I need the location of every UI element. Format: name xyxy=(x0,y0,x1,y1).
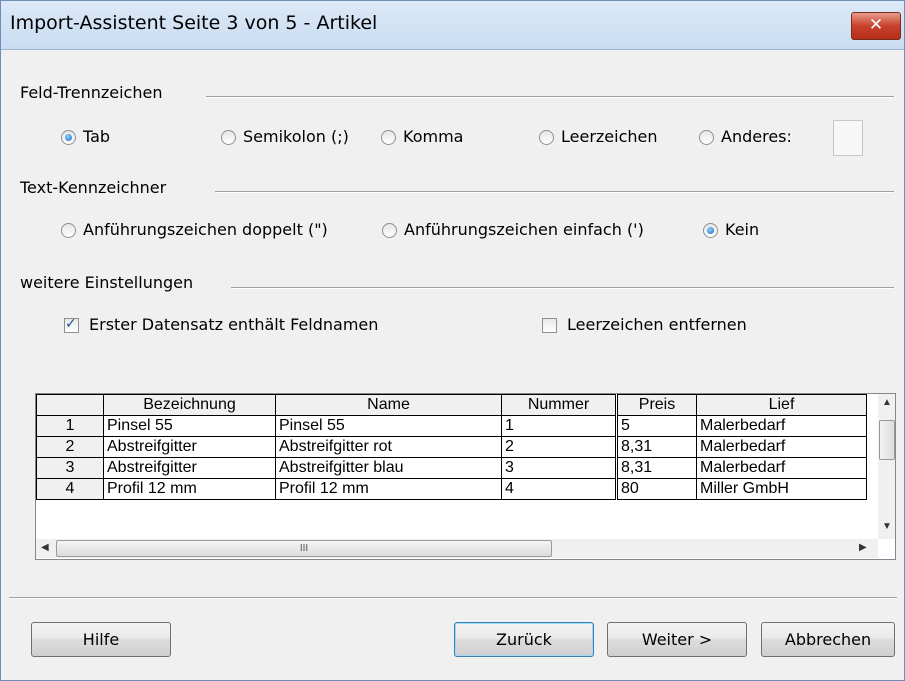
radio-komma-label: Komma xyxy=(403,127,464,146)
table-cell: Abstreifgitter blau xyxy=(275,457,502,479)
preview-grid[interactable]: Bezeichnung Name Nummer Preis Lief 1 Pin… xyxy=(35,393,896,560)
radio-leerzeichen[interactable] xyxy=(539,130,554,145)
table-row[interactable]: 3 Abstreifgitter Abstreifgitter blau 3 8… xyxy=(36,457,867,479)
table-cell: Abstreifgitter xyxy=(103,457,276,479)
column-header-lief[interactable]: Lief xyxy=(696,394,867,416)
radio-leerzeichen-label: Leerzeichen xyxy=(561,127,658,146)
footer-divider xyxy=(9,597,897,599)
import-wizard-window: Import-Assistent Seite 3 von 5 - Artikel… xyxy=(0,0,905,681)
column-header-preis[interactable]: Preis xyxy=(615,394,697,416)
table-cell: Malerbedarf xyxy=(696,415,867,437)
radio-anderes[interactable] xyxy=(699,130,714,145)
preview-table: Bezeichnung Name Nummer Preis Lief 1 Pin… xyxy=(36,394,867,500)
table-cell: Pinsel 55 xyxy=(103,415,276,437)
radio-tab[interactable] xyxy=(61,130,76,145)
table-cell: Profil 12 mm xyxy=(275,478,502,500)
radio-semikolon-label: Semikolon (;) xyxy=(243,127,349,146)
row-number: 3 xyxy=(36,457,104,479)
row-number: 2 xyxy=(36,436,104,458)
table-cell: 2 xyxy=(501,436,617,458)
table-row[interactable]: 1 Pinsel 55 Pinsel 55 1 5 Malerbedarf xyxy=(36,415,867,437)
header-row: Bezeichnung Name Nummer Preis Lief xyxy=(36,394,867,416)
radio-quote-single[interactable] xyxy=(382,223,397,238)
close-icon: ✕ xyxy=(868,15,884,35)
column-header-rownum[interactable] xyxy=(36,394,104,416)
scroll-down-icon[interactable]: ▼ xyxy=(882,521,892,532)
horizontal-scroll-thumb[interactable]: III xyxy=(56,540,552,557)
radio-quote-single-label: Anführungszeichen einfach (') xyxy=(404,220,644,239)
table-cell: 4 xyxy=(501,478,617,500)
table-cell: 8,31 xyxy=(615,457,697,479)
column-header-nummer[interactable]: Nummer xyxy=(501,394,617,416)
text-qualifier-divider xyxy=(215,191,894,193)
next-button[interactable]: Weiter > xyxy=(607,622,747,657)
column-header-name[interactable]: Name xyxy=(275,394,502,416)
column-header-bezeichnung[interactable]: Bezeichnung xyxy=(103,394,276,416)
scroll-grip-icon: III xyxy=(299,543,309,554)
scroll-left-icon[interactable]: ◀ xyxy=(41,542,49,553)
table-cell: 3 xyxy=(501,457,617,479)
radio-quote-double[interactable] xyxy=(61,223,76,238)
table-cell: Pinsel 55 xyxy=(275,415,502,437)
table-cell: 80 xyxy=(615,478,697,500)
horizontal-scrollbar[interactable]: ◀ III ▶ xyxy=(36,539,878,558)
more-settings-label: weitere Einstellungen xyxy=(20,273,194,292)
table-cell: Abstreifgitter rot xyxy=(275,436,502,458)
help-button[interactable]: Hilfe xyxy=(31,622,171,657)
vertical-scrollbar[interactable]: ▲ ▼ xyxy=(878,394,895,539)
field-separator-label: Feld-Trennzeichen xyxy=(20,83,163,102)
table-cell: Malerbedarf xyxy=(696,436,867,458)
more-settings-divider xyxy=(231,287,894,289)
radio-komma[interactable] xyxy=(381,130,396,145)
table-cell: Abstreifgitter xyxy=(103,436,276,458)
other-separator-input[interactable] xyxy=(833,120,863,156)
vertical-scroll-thumb[interactable] xyxy=(879,420,895,460)
radio-quote-double-label: Anführungszeichen doppelt (") xyxy=(83,220,328,239)
scroll-right-icon[interactable]: ▶ xyxy=(859,542,867,553)
table-cell: Miller GmbH xyxy=(696,478,867,500)
table-cell: 8,31 xyxy=(615,436,697,458)
field-separator-divider xyxy=(206,96,894,98)
row-number: 1 xyxy=(36,415,104,437)
close-button[interactable]: ✕ xyxy=(851,12,901,40)
first-row-names-checkbox[interactable]: ✓ xyxy=(64,316,79,333)
title-bar: Import-Assistent Seite 3 von 5 - Artikel… xyxy=(1,1,904,50)
row-number: 4 xyxy=(36,478,104,500)
wizard-content: Feld-Trennzeichen Tab Semikolon (;) Komm… xyxy=(9,51,897,673)
radio-quote-none[interactable] xyxy=(703,223,718,238)
radio-quote-none-label: Kein xyxy=(725,220,760,239)
radio-tab-label: Tab xyxy=(83,127,111,146)
trim-spaces-checkbox[interactable] xyxy=(542,318,557,333)
trim-spaces-label: Leerzeichen entfernen xyxy=(567,315,747,334)
table-cell: 5 xyxy=(615,415,697,437)
window-title: Import-Assistent Seite 3 von 5 - Artikel xyxy=(10,12,378,34)
text-qualifier-label: Text-Kennzeichner xyxy=(20,178,167,197)
table-row[interactable]: 2 Abstreifgitter Abstreifgitter rot 2 8,… xyxy=(36,436,867,458)
table-cell: Malerbedarf xyxy=(696,457,867,479)
table-row[interactable]: 4 Profil 12 mm Profil 12 mm 4 80 Miller … xyxy=(36,478,867,500)
check-icon: ✓ xyxy=(65,316,77,332)
table-cell: Profil 12 mm xyxy=(103,478,276,500)
radio-semikolon[interactable] xyxy=(221,130,236,145)
radio-anderes-label: Anderes: xyxy=(721,127,792,146)
cancel-button[interactable]: Abbrechen xyxy=(761,622,895,657)
scroll-up-icon[interactable]: ▲ xyxy=(882,397,892,408)
first-row-names-label: Erster Datensatz enthält Feldnamen xyxy=(89,315,379,334)
back-button[interactable]: Zurück xyxy=(454,622,594,657)
table-cell: 1 xyxy=(501,415,617,437)
